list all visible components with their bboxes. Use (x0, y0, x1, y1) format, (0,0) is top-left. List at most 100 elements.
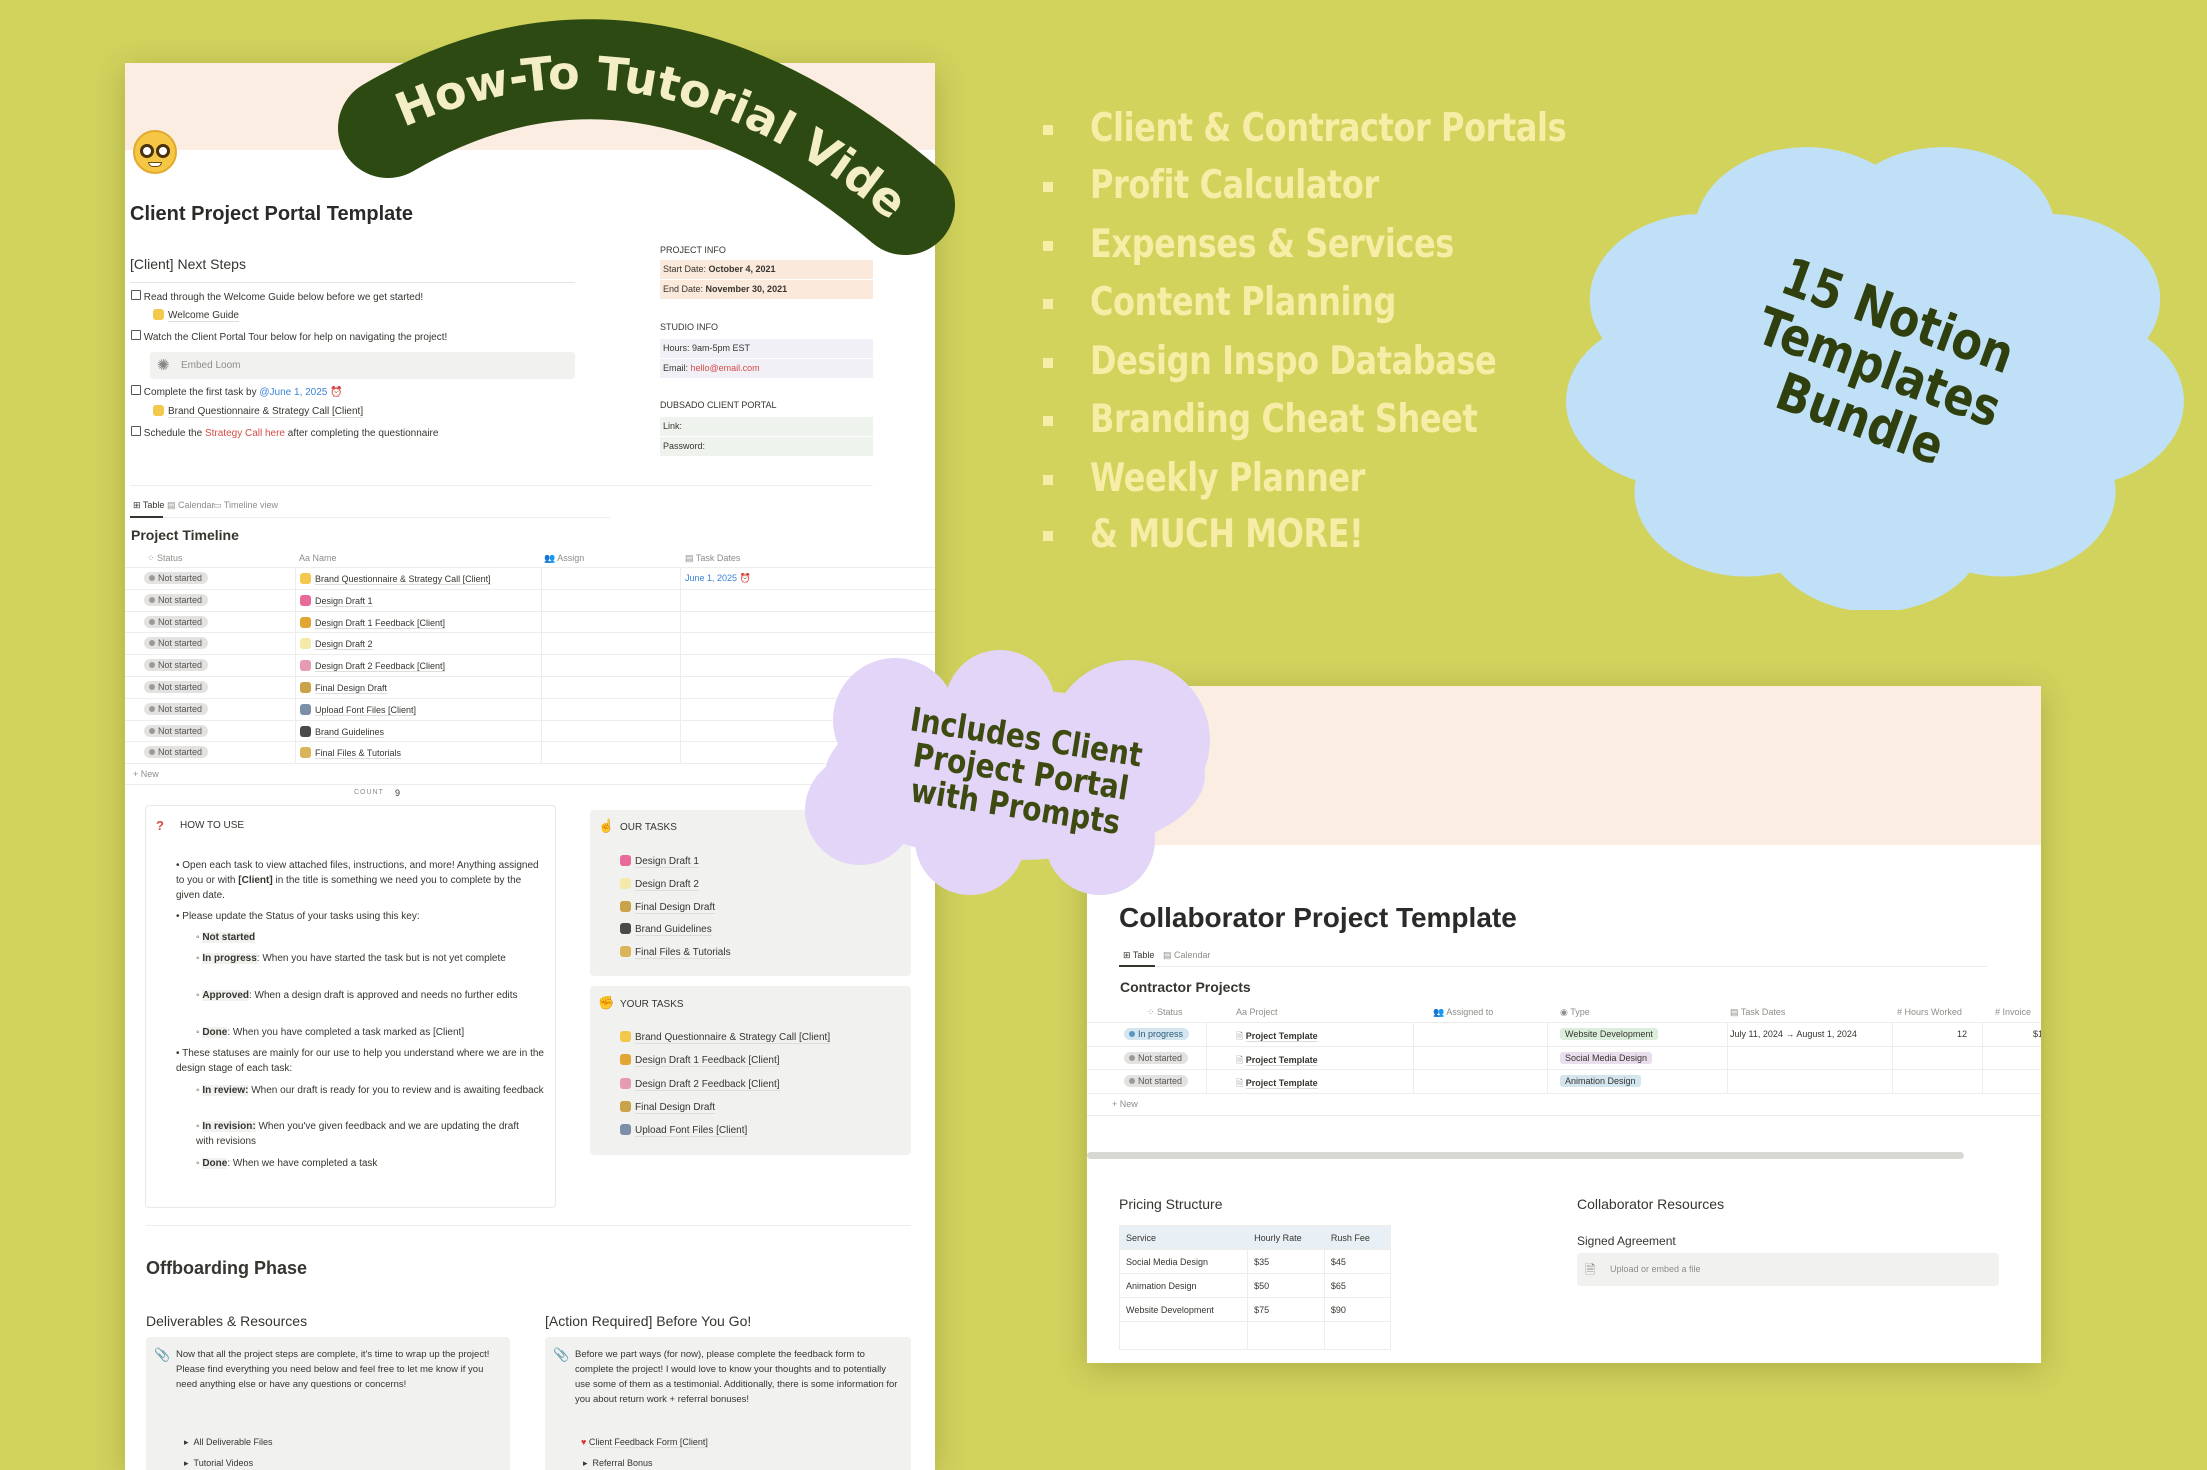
upload-file-block[interactable]: 🗎 Upload or embed a file (1577, 1253, 1999, 1286)
table-row[interactable]: In progress 🗎 Project Template Website Dev… (1087, 1023, 2041, 1047)
project-link[interactable]: 🗎 Project Template (1236, 1076, 1318, 1092)
bullet-icon (1043, 358, 1053, 368)
page-title: Collaborator Project Template (1119, 902, 1517, 933)
header-label: Task Dates (1740, 1007, 1786, 1017)
cell-divider (1547, 1070, 1548, 1094)
type-tag[interactable]: Social Media Design (1560, 1051, 1653, 1064)
table-cell: Website Development (1118, 1297, 1249, 1322)
table-cell: $35 (1247, 1249, 1325, 1274)
column-header[interactable]: ▤ Task Dates (1730, 1007, 1785, 1018)
cell-divider (1413, 1023, 1414, 1047)
page-cover (1087, 686, 2041, 845)
cell-divider (1413, 1070, 1414, 1094)
file-upload-icon: 🗎 (1585, 1262, 1596, 1277)
bullet-icon (1043, 416, 1053, 426)
table-header: ⁘ Status Aa Project 👥 Assigned to ◉ Type ▤ T… (1087, 1002, 2041, 1023)
status-label: In progress (1138, 1029, 1184, 1039)
new-label: + New (1112, 1099, 1138, 1109)
table-row: Social Media Design $35 $45 (1118, 1249, 1392, 1274)
header-cell: Hourly Rate (1247, 1225, 1325, 1250)
column-header[interactable]: ⁘ Status (1147, 1007, 1183, 1018)
tab-table[interactable]: ⊞ Table (1123, 950, 1154, 961)
active-tab-indicator (1119, 965, 1155, 967)
feature-item: & MUCH MORE! (1090, 512, 1364, 557)
cell-divider (1892, 1023, 1893, 1047)
feature-item: Expenses & Services (1090, 222, 1454, 267)
bullet-icon (1043, 241, 1053, 251)
feature-item: Branding Cheat Sheet (1090, 397, 1478, 442)
table-cell: $50 (1247, 1273, 1325, 1298)
table-cell (1118, 1321, 1249, 1350)
status-badge[interactable]: Not started (1124, 1051, 1189, 1064)
cell-divider (1982, 1046, 1983, 1070)
header-label: Assigned to (1446, 1007, 1494, 1017)
project-link[interactable]: 🗎 Project Template (1236, 1029, 1318, 1045)
pricing-heading: Pricing Structure (1119, 1196, 1223, 1212)
table-row (1118, 1321, 1392, 1350)
tab-label: Calendar (1174, 950, 1211, 960)
feature-item: Client & Contractor Portals (1090, 106, 1567, 151)
table-cell: $75 (1247, 1297, 1325, 1322)
cell-divider (1982, 1070, 1983, 1094)
type-tag[interactable]: Website Development (1560, 1028, 1658, 1040)
status-dot (1129, 1078, 1135, 1084)
table-cell: $45 (1323, 1249, 1392, 1274)
header-cell: Service (1118, 1225, 1249, 1250)
bullet-icon (1043, 299, 1053, 309)
cell-divider (1547, 1046, 1548, 1070)
table-cell: $90 (1323, 1297, 1392, 1322)
column-header[interactable]: # Hours Worked (1897, 1007, 1962, 1017)
table-row[interactable]: Not started 🗎 Project Template Social Medi… (1087, 1046, 2041, 1070)
pricing-table: Service Hourly Rate Rush Fee Social Media D… (1118, 1225, 1392, 1350)
hours-worked: 12 (1957, 1029, 1968, 1039)
upload-label: Upload or embed a file (1610, 1264, 1701, 1274)
header-label: Project (1249, 1007, 1278, 1017)
status-label: Not started (1138, 1076, 1183, 1086)
table-row: Animation Design $50 $65 (1118, 1273, 1392, 1298)
project-name: Project Template (1245, 1031, 1318, 1042)
new-row-button[interactable]: + New (1087, 1094, 2041, 1116)
table-cell: Animation Design (1118, 1273, 1249, 1298)
tutorial-banner-text: + How-To Tutorial Video (0, 0, 918, 230)
tab-calendar[interactable]: ▤ Calendar (1163, 950, 1211, 961)
prompts-cloud-badge: Includes Client Project Portal with Prom… (805, 650, 1210, 895)
status-badge[interactable]: Not started (1124, 1075, 1189, 1087)
cell-divider (1413, 1046, 1414, 1070)
feature-item: Weekly Planner (1090, 456, 1365, 501)
table-cell (1323, 1321, 1392, 1350)
column-header[interactable]: Aa Project (1236, 1007, 1278, 1017)
bullet-icon (1043, 125, 1053, 135)
table-row[interactable]: Not started 🗎 Project Template Animation D… (1087, 1070, 2041, 1094)
status-label: Not started (1138, 1052, 1183, 1063)
flower-badge: 15 Notion Templates Bundle (1566, 147, 2184, 610)
cell-divider (1982, 1023, 1983, 1047)
horizontal-scrollbar[interactable] (1087, 1152, 1964, 1159)
collaborator-page: Collaborator Project Template ⊞ Table ▤ … (1087, 686, 2041, 1363)
table-cell: Social Media Design (1118, 1249, 1249, 1274)
feature-item: Content Planning (1090, 280, 1396, 325)
bullet-icon (1043, 475, 1053, 485)
project-link[interactable]: 🗎 Project Template (1236, 1053, 1318, 1069)
column-header[interactable]: 👥 Assigned to (1433, 1007, 1493, 1018)
project-name: Project Template (1245, 1078, 1318, 1089)
table-row: Website Development $75 $90 (1118, 1297, 1392, 1322)
cell-divider (1727, 1046, 1728, 1070)
invoice: $1 (2033, 1029, 2041, 1039)
type-tag[interactable]: Animation Design (1560, 1075, 1641, 1087)
column-header[interactable]: ◉ Type (1560, 1007, 1590, 1018)
project-name: Project Template (1245, 1054, 1318, 1066)
tabs-underline (1119, 966, 1987, 967)
contractor-projects-title: Contractor Projects (1120, 979, 1251, 995)
cell-divider (1547, 1023, 1548, 1047)
feature-item: Profit Calculator (1090, 163, 1379, 208)
status-dot (1129, 1054, 1135, 1061)
column-header[interactable]: # Invoice (1995, 1007, 2031, 1017)
task-dates: July 11, 2024 → August 1, 2024 (1730, 1029, 1857, 1039)
status-badge[interactable]: In progress (1124, 1028, 1190, 1040)
cell-divider (1206, 1046, 1207, 1070)
cell-divider (1892, 1070, 1893, 1094)
status-dot (1129, 1031, 1135, 1037)
header-label: Status (1157, 1007, 1183, 1017)
contractor-projects-table: ⁘ Status Aa Project 👥 Assigned to ◉ Type ▤ T… (1087, 1002, 2041, 1122)
signed-agreement-heading: Signed Agreement (1577, 1234, 1676, 1248)
